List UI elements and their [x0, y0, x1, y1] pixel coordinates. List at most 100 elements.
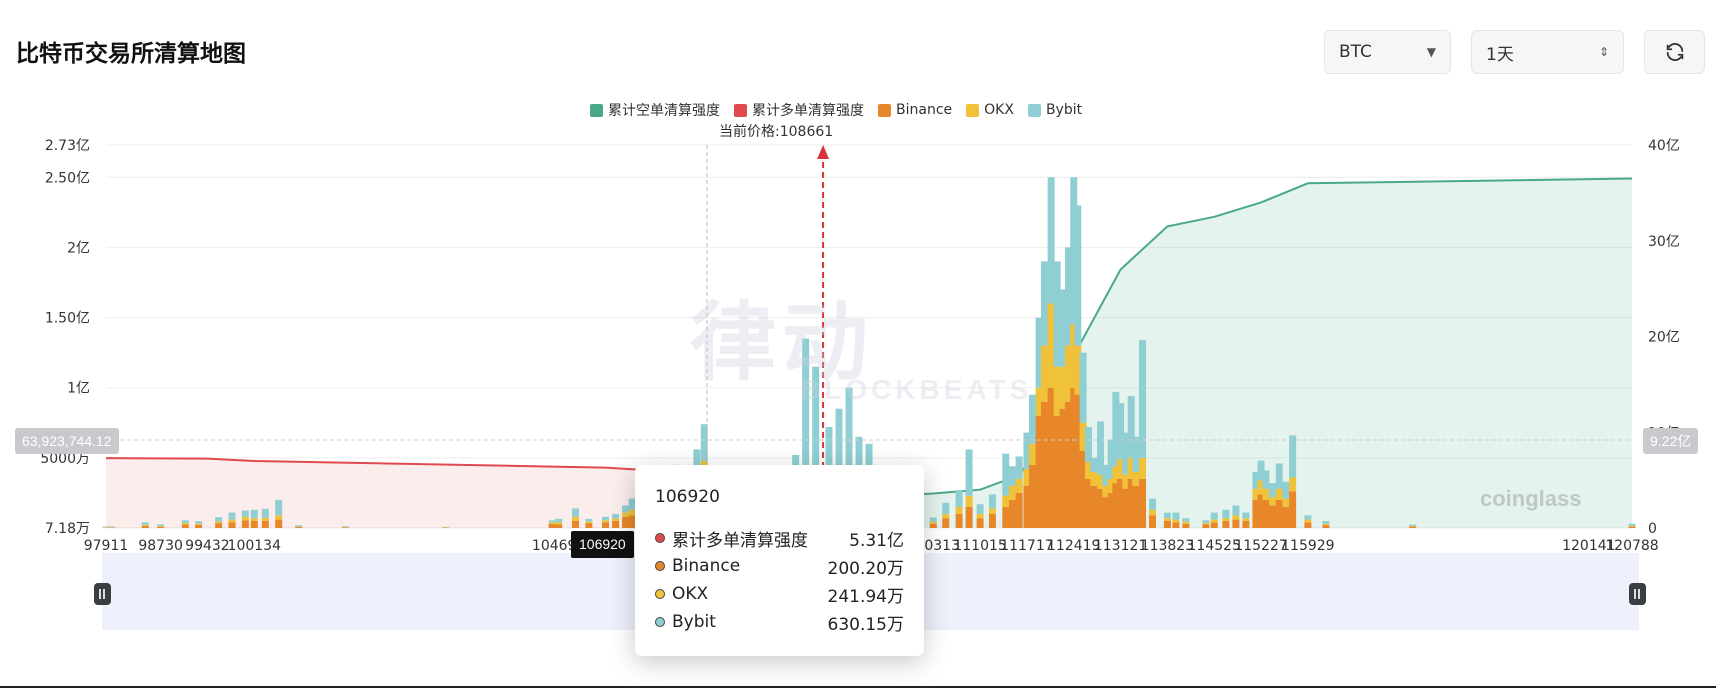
- bar-binance: [942, 518, 950, 528]
- bar-okx: [1163, 518, 1171, 521]
- zoom-handle-right[interactable]: [1629, 583, 1646, 605]
- tooltip-dot: [655, 533, 665, 543]
- bar-okx: [1269, 497, 1277, 506]
- bar-bybit: [1322, 520, 1330, 524]
- bar-binance: [295, 527, 303, 528]
- bar-binance: [157, 526, 165, 528]
- bar-bybit: [965, 449, 973, 496]
- bar-binance: [572, 520, 580, 528]
- tooltip-row-name: OKX: [672, 584, 709, 604]
- bar-bybit: [1084, 426, 1092, 463]
- bar-binance: [1275, 499, 1283, 528]
- tooltip-row-value: 200.20万: [827, 558, 904, 579]
- bar-okx: [1275, 488, 1283, 500]
- bar-bybit: [942, 502, 950, 514]
- bar-bybit: [1002, 453, 1010, 496]
- tooltip-row-value: 241.94万: [827, 586, 904, 607]
- x-tick-label: 115929: [1281, 538, 1334, 554]
- bar-bybit: [1015, 456, 1023, 479]
- bar-okx: [585, 521, 593, 524]
- bar-binance: [548, 523, 556, 528]
- tooltip-row-value: 5.31亿: [849, 530, 904, 551]
- current-price-arrow: [817, 145, 830, 159]
- x-tick-label: 113823: [1141, 538, 1194, 554]
- bar-okx: [1202, 523, 1210, 525]
- tooltip-row-name: 累计多单清算强度: [672, 530, 808, 551]
- bar-bybit: [1269, 483, 1277, 498]
- bar-bybit: [108, 526, 116, 528]
- bar-binance: [1002, 506, 1010, 528]
- bar-bybit: [1079, 352, 1087, 423]
- bar-bybit: [181, 520, 189, 524]
- bar-okx: [1002, 495, 1010, 507]
- bar-okx: [1222, 518, 1230, 521]
- y-left-tick-label: 1.50亿: [45, 311, 90, 327]
- bar-okx: [1628, 525, 1636, 527]
- bar-okx: [1210, 519, 1218, 523]
- bar-binance: [1182, 523, 1190, 528]
- bar-bybit: [1182, 518, 1190, 522]
- y-right-tick-label: 0: [1648, 521, 1657, 537]
- bar-okx: [261, 517, 269, 521]
- bar-okx: [1262, 488, 1270, 500]
- bar-binance: [1282, 506, 1290, 528]
- bar-binance: [955, 513, 963, 528]
- bar-binance: [601, 522, 609, 528]
- bar-okx: [250, 518, 258, 521]
- bar-okx: [1028, 443, 1036, 465]
- bar-bybit: [955, 490, 963, 507]
- x-tick-label: 114525: [1188, 538, 1241, 554]
- tooltip-row: OKX 241.94万: [655, 580, 904, 608]
- bar-binance: [965, 506, 973, 528]
- x-tick-label: 111015: [953, 538, 1006, 554]
- bar-binance: [341, 527, 349, 528]
- bar-bybit: [1163, 512, 1171, 519]
- y-left-tick-label: 2亿: [67, 240, 90, 256]
- bar-binance: [929, 523, 937, 528]
- bar-binance: [181, 524, 189, 528]
- bar-okx: [1047, 303, 1055, 388]
- x-tick-label: 97911: [84, 538, 129, 554]
- tooltip-dot: [655, 561, 665, 571]
- bar-bybit: [1289, 435, 1297, 478]
- bar-binance: [261, 520, 269, 528]
- bar-binance: [1222, 520, 1230, 528]
- bar-bybit: [1275, 463, 1283, 489]
- y-right-tick-label: 40亿: [1648, 138, 1680, 154]
- bar-bybit: [215, 517, 223, 522]
- bar-okx: [1172, 519, 1180, 523]
- bar-bybit: [1149, 498, 1157, 510]
- bar-okx: [241, 516, 249, 521]
- bar-bybit: [976, 504, 984, 514]
- bar-bybit: [241, 510, 249, 517]
- zoom-handle-left[interactable]: [94, 583, 111, 605]
- bar-okx: [555, 522, 563, 525]
- bar-okx: [215, 521, 223, 524]
- y-right-tick-label: 30亿: [1648, 234, 1680, 250]
- bar-bybit: [1262, 470, 1270, 489]
- bar-okx: [157, 526, 165, 527]
- x-tick-label: 113121: [1094, 538, 1147, 554]
- bar-bybit: [295, 525, 303, 527]
- tooltip-dot: [655, 617, 665, 627]
- bar-bybit: [548, 520, 556, 523]
- bar-binance: [250, 520, 258, 528]
- bar-bybit: [1053, 261, 1061, 367]
- bar-okx: [195, 523, 203, 525]
- tooltip-row: 累计多单清算强度 5.31亿: [655, 524, 904, 552]
- left-value-marker: 63,923,744.12: [15, 428, 119, 454]
- bar-bybit: [1232, 505, 1240, 516]
- tooltip-title: 106920: [655, 487, 720, 507]
- bar-bybit: [1172, 512, 1180, 520]
- bar-bybit: [1409, 524, 1417, 526]
- bar-okx: [572, 516, 580, 521]
- bar-binance: [1040, 401, 1048, 528]
- bar-bybit: [1074, 205, 1082, 346]
- right-value-marker: 9.22亿: [1643, 428, 1699, 454]
- bar-okx: [548, 522, 556, 524]
- bar-binance: [1132, 485, 1140, 528]
- bar-bybit: [601, 516, 609, 521]
- bar-binance: [1322, 525, 1330, 528]
- y-left-tick-label: 7.18万: [45, 521, 90, 537]
- y-left-tick-label: 1亿: [67, 381, 90, 397]
